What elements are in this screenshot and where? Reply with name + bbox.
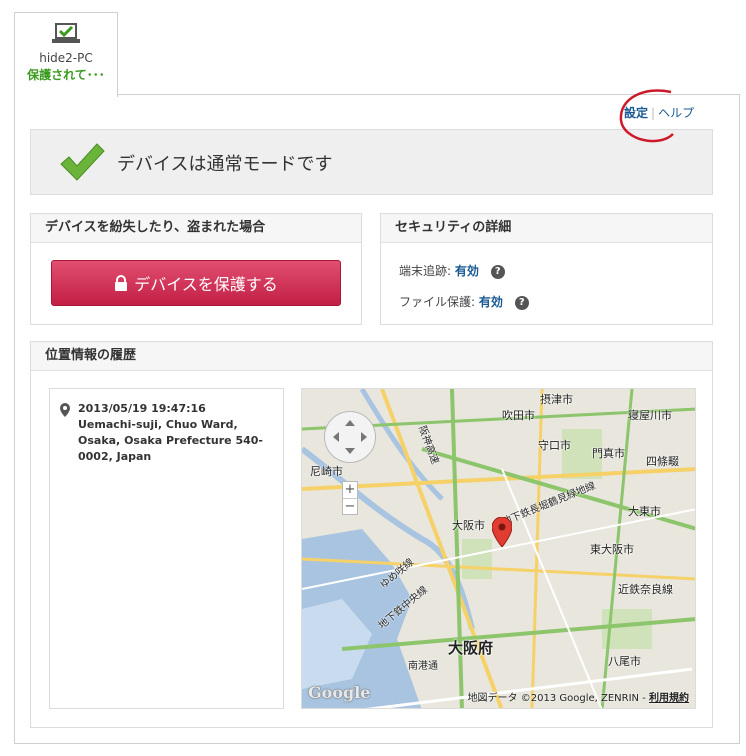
pan-arrows-icon [333, 420, 367, 454]
map-label: 東大阪市 [590, 543, 634, 556]
location-pin-icon [60, 403, 70, 417]
protect-button-label: デバイスを保護する [134, 275, 278, 294]
location-history-panel: 位置情報の履歴 2013/05/19 19:47:16 Uemachi-suji… [30, 341, 713, 728]
google-logo: Google [308, 683, 371, 702]
device-tab[interactable]: hide2-PC 保護されて･･･ [14, 12, 118, 97]
map-label: 大阪府 [448, 639, 494, 657]
status-banner: デバイスは通常モードです [30, 129, 713, 195]
map-label: 近鉄奈良線 [618, 583, 673, 596]
map-label: 大東市 [628, 505, 661, 518]
location-address: Uemachi-suji, Chuo Ward, Osaka, Osaka Pr… [78, 418, 264, 463]
map-label: 四條畷 [646, 455, 679, 468]
file-protection-value: 有効 [478, 295, 503, 309]
tracking-label: 端末追跡: [399, 264, 452, 278]
lost-device-panel: デバイスを紛失したり、盗まれた場合 デバイスを保護する [30, 213, 362, 325]
security-details-panel: セキュリティの詳細 端末追跡: 有効 ? ファイル保護: 有効 ? [380, 213, 713, 325]
protect-device-button[interactable]: デバイスを保護する [51, 260, 341, 306]
device-name: hide2-PC [39, 51, 93, 65]
security-panel-title: セキュリティの詳細 [381, 214, 712, 243]
map-label: 寝屋川市 [628, 409, 672, 422]
location-map[interactable]: 摂津市 吹田市 寝屋川市 守口市 門真市 四條畷 尼崎市 大東市 大阪市 東大阪… [301, 388, 696, 709]
map-label: 尼崎市 [310, 465, 343, 478]
tracking-value: 有効 [454, 264, 479, 278]
location-list: 2013/05/19 19:47:16 Uemachi-suji, Chuo W… [49, 388, 284, 709]
zoom-in-button[interactable]: + [343, 482, 357, 499]
settings-link[interactable]: 設定 [624, 106, 648, 120]
file-protection-label: ファイル保護: [399, 295, 476, 309]
map-label: 大阪市 [452, 519, 485, 532]
map-label: 南港通 [408, 661, 438, 672]
map-label: 吹田市 [502, 409, 535, 422]
terms-of-use-link[interactable]: 利用規約 [649, 693, 689, 704]
help-question-icon[interactable]: ? [514, 295, 529, 310]
laptop-icon [52, 23, 80, 43]
map-label: 摂津市 [540, 393, 573, 406]
tracking-row: 端末追跡: 有効 ? [399, 262, 505, 279]
file-protection-row: ファイル保護: 有効 ? [399, 293, 529, 310]
lost-panel-title: デバイスを紛失したり、盗まれた場合 [31, 214, 361, 243]
map-credit: 地図データ ©2013 Google, ZENRIN - 利用規約 [468, 689, 689, 704]
history-panel-title: 位置情報の履歴 [31, 342, 712, 371]
map-label: 八尾市 [608, 655, 641, 668]
help-link[interactable]: ヘルプ [658, 106, 694, 120]
status-message: デバイスは通常モードです [117, 154, 333, 175]
top-links: 設定 | ヘルプ [624, 104, 694, 121]
map-marker-icon[interactable] [492, 517, 512, 547]
location-entry-text: 2013/05/19 19:47:16 Uemachi-suji, Chuo W… [78, 401, 278, 465]
help-question-icon[interactable]: ? [490, 264, 505, 279]
map-credit-text: 地図データ ©2013 Google, ZENRIN - [467, 693, 646, 704]
checkmark-icon [60, 143, 105, 181]
location-timestamp: 2013/05/19 19:47:16 [78, 402, 206, 415]
map-label: 守口市 [538, 439, 571, 452]
lock-icon [115, 275, 128, 291]
link-separator: | [651, 106, 656, 120]
map-label: 門真市 [592, 447, 625, 460]
zoom-out-button[interactable]: − [343, 499, 357, 515]
map-zoom-control: + − [342, 481, 358, 515]
device-status: 保護されて･･･ [27, 68, 105, 82]
map-pan-control[interactable] [324, 411, 376, 463]
